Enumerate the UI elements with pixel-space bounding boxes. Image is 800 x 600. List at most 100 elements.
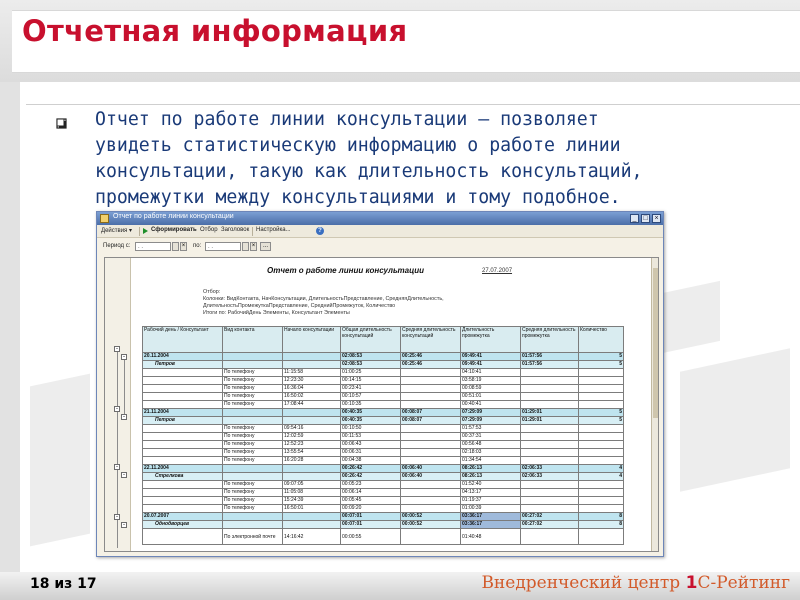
table-cell bbox=[520, 440, 579, 449]
table-cell bbox=[142, 384, 223, 393]
table-cell: По телефону bbox=[222, 496, 283, 505]
table-cell bbox=[400, 376, 461, 385]
table-cell bbox=[222, 512, 283, 521]
table-cell: 03:58:19 bbox=[460, 376, 521, 385]
table-row: По телефону 16:50:02 00:10:57 00:51:01 bbox=[142, 392, 624, 401]
table-cell bbox=[282, 520, 341, 529]
table-cell: 00:00:55 bbox=[340, 528, 401, 545]
period-select-button[interactable]: ... bbox=[260, 242, 271, 251]
table-cell: 00:56:48 bbox=[460, 440, 521, 449]
table-cell bbox=[142, 448, 223, 457]
table-cell: 16:20:28 bbox=[282, 456, 341, 465]
table-row: По телефону 12:52:23 00:06:43 00:56:48 bbox=[142, 440, 624, 449]
window-titlebar: Отчет по работе линии консультации _ □ × bbox=[97, 212, 663, 225]
group-toggle[interactable]: - bbox=[114, 514, 120, 520]
table-cell: 01:00:39 bbox=[460, 504, 521, 513]
table-cell: 00:06:40 bbox=[400, 464, 461, 473]
table-cell: 12:52:23 bbox=[282, 440, 341, 449]
table-cell bbox=[142, 456, 223, 465]
brand-prefix: Внедренческий центр bbox=[481, 573, 686, 593]
table-cell: 00:25:46 bbox=[400, 360, 461, 369]
table-cell bbox=[142, 480, 223, 489]
table-cell bbox=[578, 400, 624, 409]
table-cell: 11:15:58 bbox=[282, 368, 341, 377]
table-cell: 5 bbox=[578, 352, 624, 361]
table-cell bbox=[222, 472, 283, 481]
group-day-row: 20.11.2004 02:08:53 00:25:46 09:49:41 01:57:… bbox=[142, 352, 624, 361]
table-row: По телефону 16:50:01 00:09:20 01:00:39 bbox=[142, 504, 624, 513]
report-window: Отчет по работе линии консультации _ □ ×… bbox=[96, 211, 664, 557]
group-consultant-row: Однодворцев 00:07:01 00:00:52 03:36:17 00:27… bbox=[142, 520, 624, 529]
table-cell: 01:52:40 bbox=[460, 480, 521, 489]
table-cell bbox=[578, 448, 624, 457]
grouping-panel: - - - - - - - - bbox=[105, 258, 131, 551]
table-cell bbox=[222, 464, 283, 473]
clear-icon[interactable]: × bbox=[250, 242, 257, 251]
maximize-icon[interactable]: □ bbox=[641, 214, 650, 223]
table-cell: 01:29:01 bbox=[520, 408, 579, 417]
table-cell: 5 bbox=[578, 408, 624, 417]
table-cell bbox=[222, 360, 283, 369]
group-toggle[interactable]: - bbox=[121, 414, 127, 420]
settings-button[interactable]: Настройка... bbox=[256, 227, 291, 233]
table-cell: 00:05:23 bbox=[340, 480, 401, 489]
table-cell bbox=[400, 480, 461, 489]
table-cell: 01:40:48 bbox=[460, 528, 521, 545]
scrollbar-thumb[interactable] bbox=[653, 268, 658, 418]
table-cell: По телефону bbox=[222, 504, 283, 513]
group-toggle[interactable]: - bbox=[114, 346, 120, 352]
table-cell bbox=[578, 368, 624, 377]
header-button[interactable]: Заголовок bbox=[221, 227, 249, 233]
table-cell: 01:19:37 bbox=[460, 496, 521, 505]
table-cell: По телефону bbox=[222, 440, 283, 449]
group-toggle[interactable]: - bbox=[114, 464, 120, 470]
report-document[interactable]: - - - - - - - - Отчет о работе линии кон… bbox=[104, 257, 659, 552]
table-cell bbox=[400, 432, 461, 441]
group-toggle[interactable]: - bbox=[114, 406, 120, 412]
table-cell bbox=[282, 512, 341, 521]
table-row: По телефону 16:36:04 00:23:41 00:08:59 bbox=[142, 384, 624, 393]
table-cell: По телефону bbox=[222, 488, 283, 497]
calendar-icon[interactable] bbox=[242, 242, 249, 251]
column-header: Вид контакта bbox=[222, 326, 283, 353]
table-cell: 00:08:07 bbox=[400, 416, 461, 425]
table-cell: 00:07:01 bbox=[340, 512, 401, 521]
table-cell bbox=[578, 424, 624, 433]
actions-menu[interactable]: Действия ▾ bbox=[101, 227, 132, 234]
filter-button[interactable]: Отбор bbox=[200, 227, 218, 233]
close-icon[interactable]: × bbox=[652, 214, 661, 223]
table-cell bbox=[282, 408, 341, 417]
table-cell: По телефону bbox=[222, 480, 283, 489]
group-toggle[interactable]: - bbox=[121, 354, 127, 360]
table-cell: 00:51:01 bbox=[460, 392, 521, 401]
table-cell: 12:23:30 bbox=[282, 376, 341, 385]
table-cell: 00:00:52 bbox=[400, 520, 461, 529]
table-cell: 13:55:54 bbox=[282, 448, 341, 457]
group-day-row: 22.11.2004 00:26:42 00:06:40 08:26:13 02:06:… bbox=[142, 464, 624, 473]
table-cell bbox=[578, 432, 624, 441]
generate-button[interactable]: Сформировать bbox=[151, 227, 197, 233]
table-cell bbox=[520, 496, 579, 505]
table-cell: 00:10:57 bbox=[340, 392, 401, 401]
table-cell: 01:00:25 bbox=[340, 368, 401, 377]
help-icon[interactable]: ? bbox=[316, 227, 324, 235]
calendar-icon[interactable] bbox=[172, 242, 179, 251]
group-toggle[interactable]: - bbox=[121, 472, 127, 478]
group-toggle[interactable]: - bbox=[121, 522, 127, 528]
table-cell bbox=[142, 400, 223, 409]
clear-icon[interactable]: × bbox=[180, 242, 187, 251]
period-from-input[interactable]: . . bbox=[135, 242, 171, 251]
table-cell: Петров bbox=[142, 416, 223, 425]
vertical-scrollbar[interactable] bbox=[651, 258, 658, 551]
table-cell: 00:23:41 bbox=[340, 384, 401, 393]
table-cell: 00:40:41 bbox=[460, 400, 521, 409]
table-cell bbox=[282, 360, 341, 369]
period-to-input[interactable]: . . bbox=[205, 242, 241, 251]
column-header: Средняя длительность промежутка bbox=[520, 326, 579, 353]
table-cell: 04:10:41 bbox=[460, 368, 521, 377]
minimize-icon[interactable]: _ bbox=[630, 214, 639, 223]
table-cell bbox=[222, 416, 283, 425]
toolbar-separator bbox=[252, 227, 253, 236]
report-date: 27.07.2007 bbox=[482, 268, 513, 274]
report-filter-text: Отбор: Колонки: ВидКонтакта, НачКонсульт… bbox=[203, 289, 444, 316]
